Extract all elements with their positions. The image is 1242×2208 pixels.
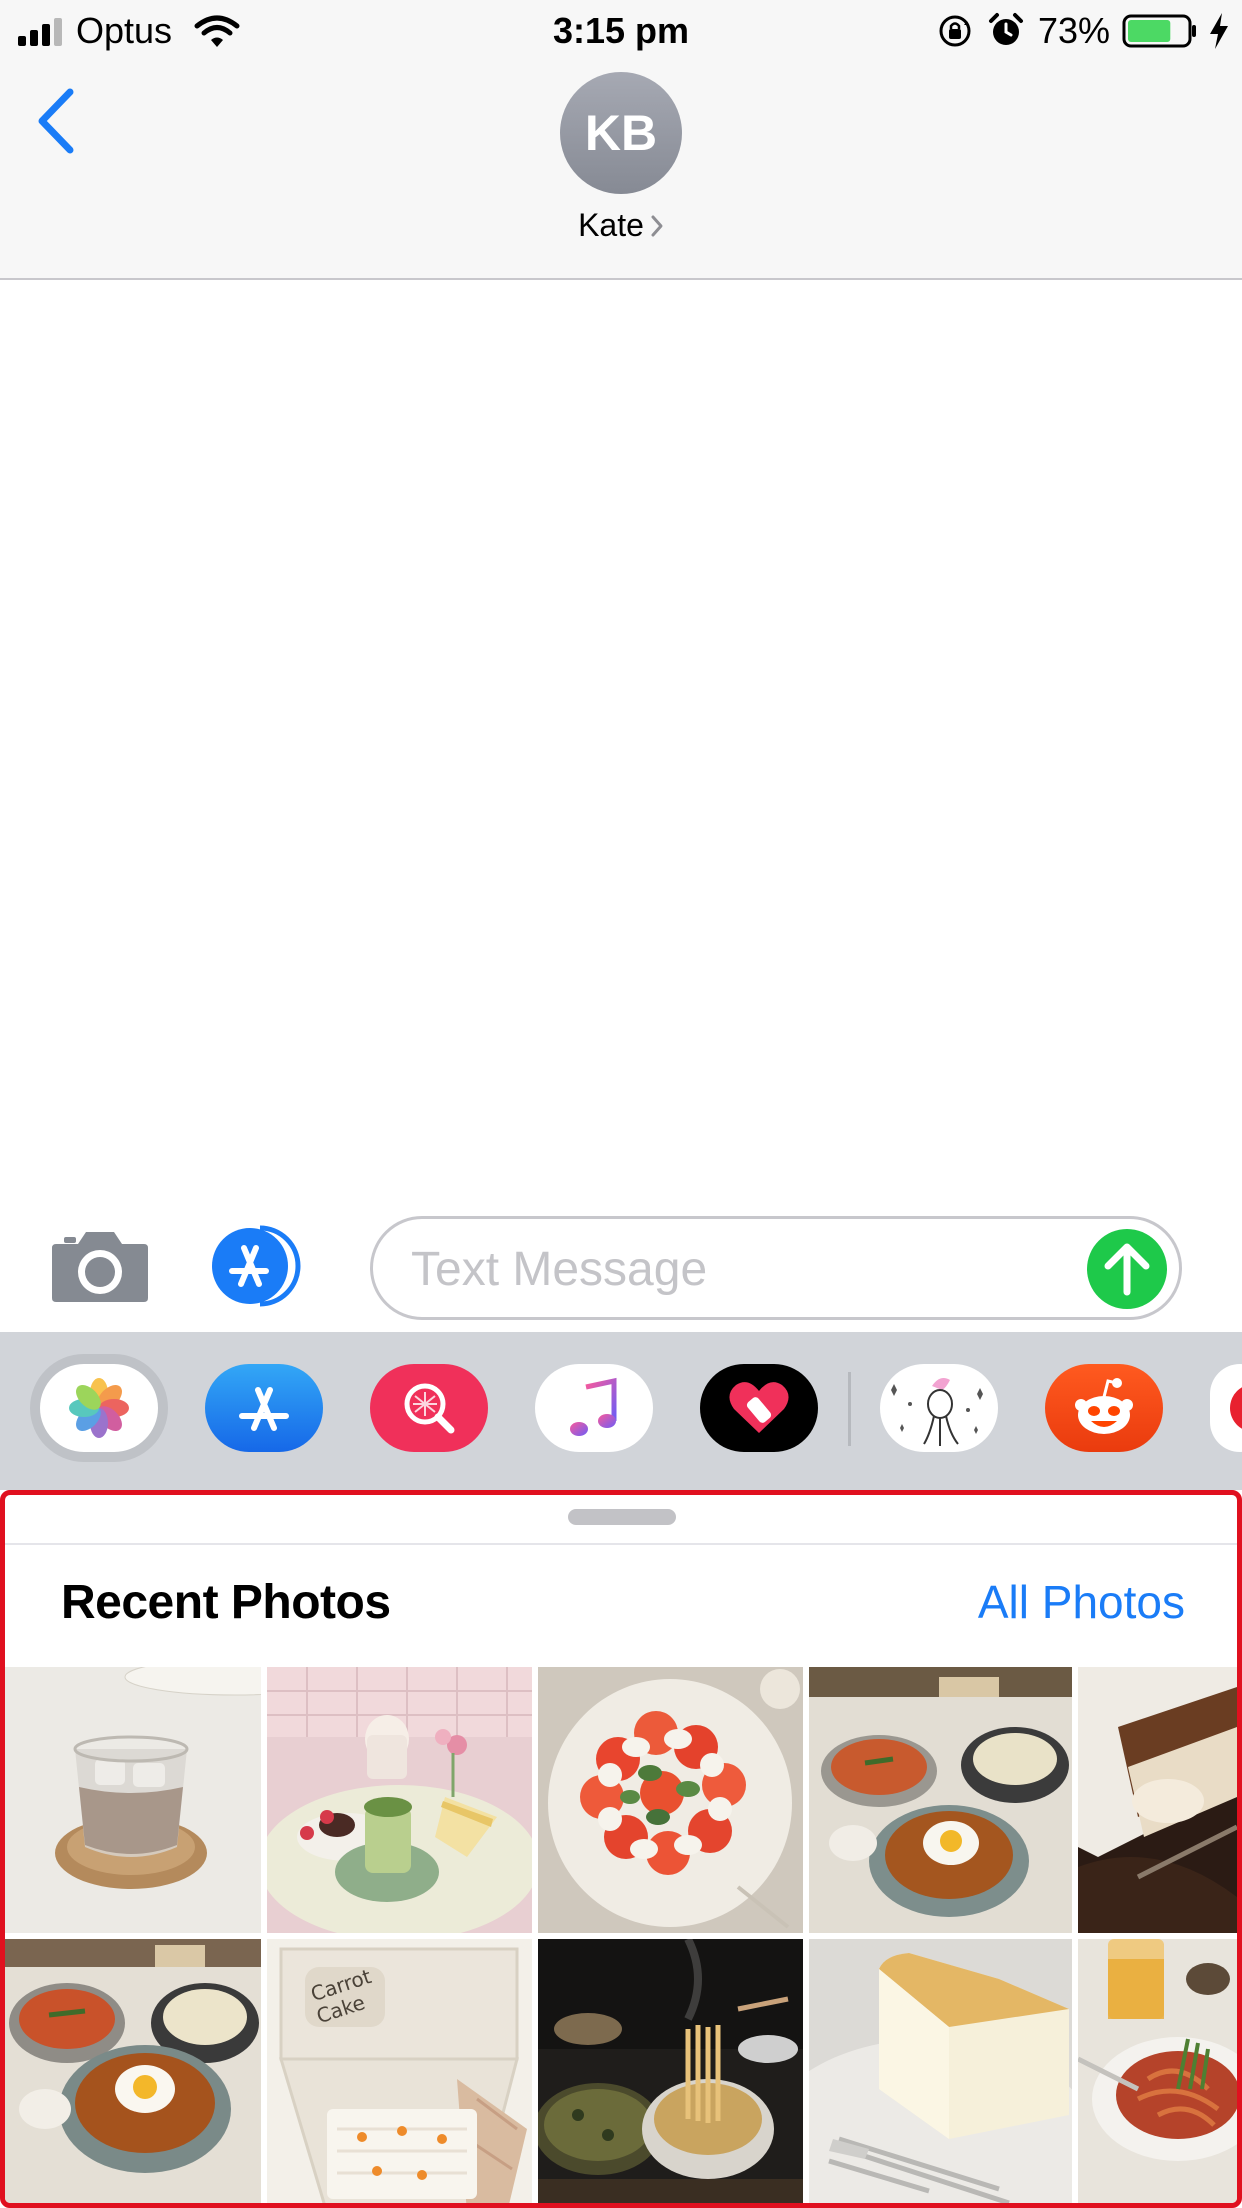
messages-screen: Optus 3:15 pm 73% KB Kate Text Message R… — [0, 0, 1242, 2208]
reddit-app-button[interactable] — [1045, 1364, 1163, 1452]
conversation-header: KB Kate — [0, 62, 1242, 280]
photo-image: Carrot Cake — [267, 1939, 532, 2203]
status-bar: Optus 3:15 pm 73% — [0, 0, 1242, 62]
heart-icon — [729, 1382, 789, 1433]
iced-latte-photo[interactable] — [5, 1667, 261, 1933]
app-store-icon[interactable] — [210, 1224, 320, 1308]
divider — [5, 1543, 1237, 1545]
reddit-icon — [1075, 1378, 1133, 1434]
photo-image — [809, 1667, 1072, 1933]
drawer-divider — [848, 1372, 851, 1446]
arrow-up-icon — [1104, 1243, 1150, 1296]
photo-image — [809, 1939, 1072, 2203]
app-store-app-button[interactable] — [205, 1364, 323, 1452]
carrot-cake-box-photo[interactable]: Carrot Cake — [267, 1939, 532, 2203]
cheesecake-photo[interactable] — [809, 1939, 1072, 2203]
send-button[interactable] — [1087, 1229, 1167, 1309]
message-input[interactable] — [411, 1239, 1051, 1299]
pasta-drink-photo[interactable] — [1078, 1939, 1237, 2203]
matcha-desserts-photo[interactable] — [267, 1667, 532, 1933]
photo-image — [267, 1667, 532, 1933]
orientation-lock-icon — [939, 15, 971, 47]
compose-bar — [0, 1180, 1242, 1332]
battery-percentage: 73% — [1038, 10, 1111, 51]
photo-picker: Recent Photos All Photos Carrot Cake — [0, 1490, 1242, 2208]
avatar[interactable]: KB — [560, 72, 682, 194]
contact-name-button[interactable]: Kate — [0, 207, 1242, 244]
photo-image — [5, 1667, 261, 1933]
curry-rice-egg-photo[interactable] — [809, 1667, 1072, 1933]
all-photos-link[interactable]: All Photos — [978, 1575, 1185, 1629]
photo-image — [1078, 1667, 1237, 1933]
red-app-partial-button[interactable] — [1210, 1364, 1242, 1452]
unicorn-sticker-app-button[interactable] — [880, 1364, 998, 1452]
caprese-salad-photo[interactable] — [538, 1667, 803, 1933]
charging-bolt-icon — [1210, 13, 1228, 49]
noodle-dinner-photo[interactable] — [538, 1939, 803, 2203]
camera-icon[interactable] — [50, 1226, 150, 1304]
image-search-app-button[interactable] — [370, 1364, 488, 1452]
unicorn-icon — [891, 1378, 983, 1446]
app-store-icon — [239, 1387, 289, 1431]
music-note-icon — [570, 1377, 617, 1436]
contact-name: Kate — [578, 207, 644, 243]
photo-image — [5, 1939, 261, 2203]
tiramisu-photo[interactable] — [1078, 1667, 1237, 1933]
message-field[interactable] — [370, 1216, 1182, 1320]
alarm-icon — [989, 13, 1023, 45]
app-icon — [1230, 1387, 1242, 1429]
photos-icon — [69, 1378, 129, 1438]
photo-image — [1078, 1939, 1237, 2203]
section-title: Recent Photos — [61, 1576, 391, 1629]
photo-image — [538, 1667, 803, 1933]
message-thread[interactable] — [0, 280, 1242, 1180]
music-app-button[interactable] — [535, 1364, 653, 1452]
photo-grid: Carrot Cake — [5, 1667, 1237, 2203]
app-drawer — [0, 1332, 1242, 1490]
drag-handle[interactable] — [568, 1509, 676, 1525]
curry-rice-egg-photo-2[interactable] — [5, 1939, 261, 2203]
heart-sticker-app-button[interactable] — [700, 1364, 818, 1452]
photo-image — [538, 1939, 803, 2203]
chevron-left-icon[interactable] — [34, 86, 78, 156]
chevron-right-icon — [651, 215, 663, 237]
battery-icon — [1122, 14, 1196, 48]
photos-app-button[interactable] — [40, 1364, 158, 1452]
search-icon — [404, 1383, 455, 1434]
